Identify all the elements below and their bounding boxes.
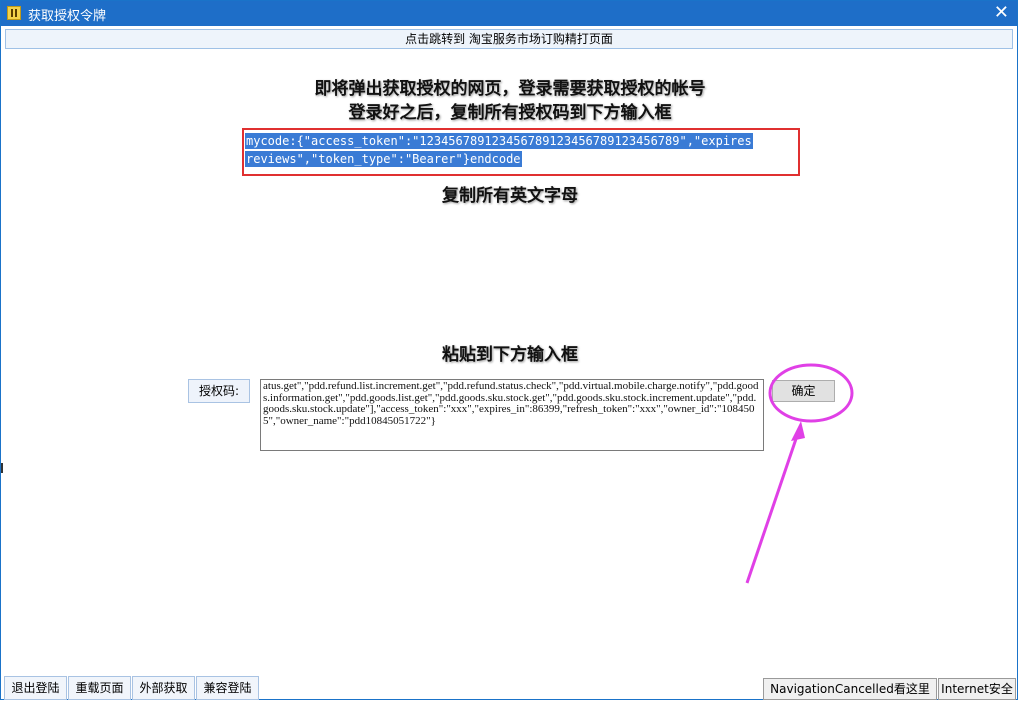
annotation-arrow-head: [791, 421, 805, 441]
logout-button[interactable]: 退出登陆: [4, 676, 67, 700]
subscribe-link-button[interactable]: 点击跳转到 淘宝服务市场订购精打页面: [5, 29, 1013, 49]
confirm-button[interactable]: 确定: [772, 380, 835, 402]
reload-page-button[interactable]: 重载页面: [68, 676, 131, 700]
close-icon[interactable]: ✕: [994, 2, 1009, 24]
code-example-box: mycode:{"access_token":"1234567891234567…: [242, 128, 800, 176]
code-example-line-2: reviews","token_type":"Bearer"}endcode: [245, 151, 522, 167]
auth-code-label: 授权码:: [188, 379, 250, 403]
navigation-status[interactable]: NavigationCancelled看这里: [763, 678, 937, 700]
instruction-line-2: 登录好之后，复制所有授权码到下方输入框: [348, 103, 672, 123]
auth-code-input[interactable]: atus.get","pdd.refund.list.increment.get…: [260, 379, 764, 451]
external-fetch-button[interactable]: 外部获取: [132, 676, 195, 700]
copy-hint: 复制所有英文字母: [442, 186, 578, 206]
security-zone-status: Internet安全: [938, 678, 1016, 700]
app-icon: [7, 6, 21, 20]
edge-mark: [1, 463, 3, 473]
paste-hint: 粘贴到下方输入框: [442, 345, 578, 365]
code-example-line-1: mycode:{"access_token":"1234567891234567…: [245, 133, 753, 149]
window-title: 获取授权令牌: [28, 9, 107, 24]
annotation-arrow-line: [745, 432, 800, 584]
instruction-line-1: 即将弹出获取授权的网页，登录需要获取授权的帐号: [314, 79, 706, 99]
compat-login-button[interactable]: 兼容登陆: [196, 676, 259, 700]
title-bar: 获取授权令牌 ✕: [1, 1, 1017, 26]
auth-token-window: 获取授权令牌 ✕ 点击跳转到 淘宝服务市场订购精打页面 即将弹出获取授权的网页，…: [0, 0, 1018, 700]
